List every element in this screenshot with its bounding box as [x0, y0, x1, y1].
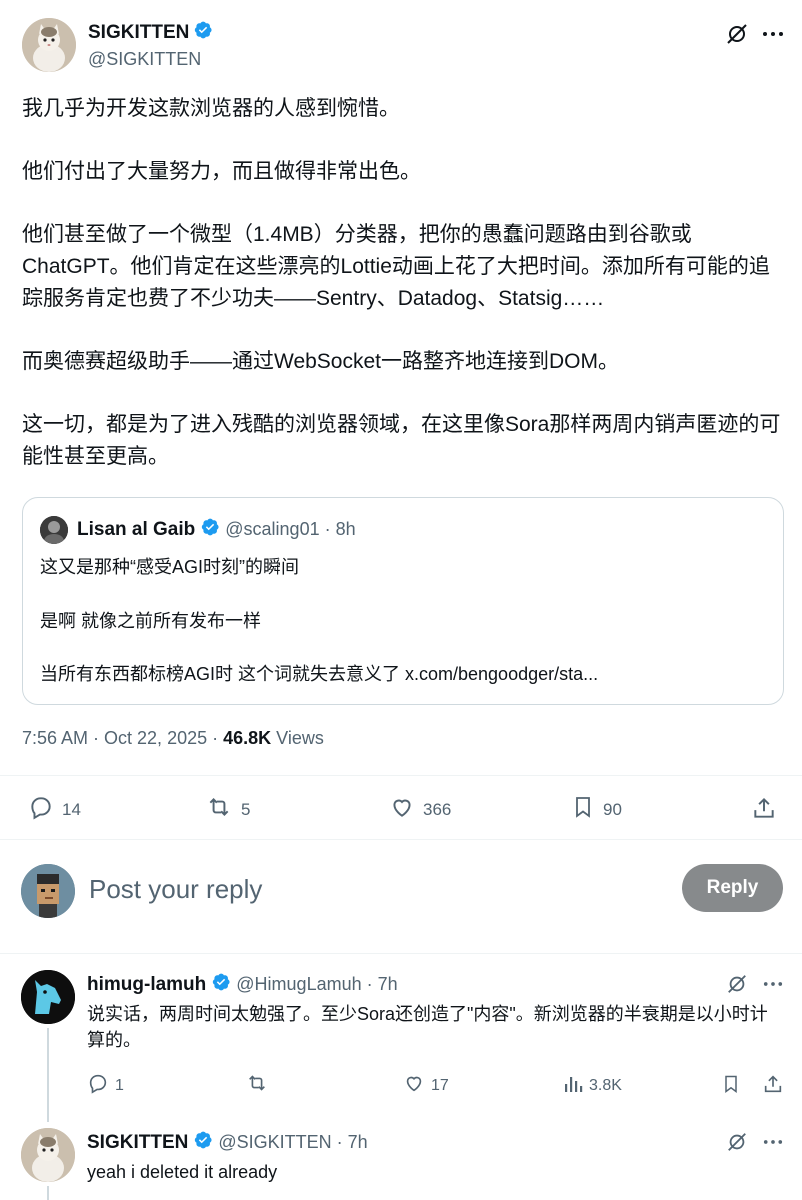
- reply-author-name[interactable]: SIGKITTEN: [87, 1132, 188, 1154]
- like-icon: [403, 1072, 425, 1099]
- bookmark-icon: [571, 794, 595, 825]
- reply-text: 说实话，两周时间太勉强了。至少Sora还创造了"内容"。新浏览器的半衰期是以小时…: [87, 1004, 768, 1050]
- verified-icon: [200, 517, 220, 542]
- share-icon[interactable]: [760, 1071, 786, 1097]
- repost-icon: [245, 1072, 269, 1099]
- bookmark-count: 90: [603, 799, 622, 819]
- more-icon[interactable]: [760, 1129, 786, 1155]
- quote-author-avatar: [40, 516, 68, 544]
- tweet-paragraph: 我几乎为开发这款浏览器的人感到惋惜。: [22, 97, 400, 120]
- more-icon[interactable]: [760, 21, 786, 47]
- reply-author-handle[interactable]: @HimugLamuh: [236, 974, 361, 995]
- tweet-timestamp[interactable]: 7:56 AM · Oct 22, 2025 ·: [22, 728, 223, 748]
- reply-text: yeah i deleted it already: [87, 1162, 278, 1182]
- reply-icon: [28, 794, 54, 825]
- author-avatar[interactable]: [22, 18, 76, 72]
- reply-author-handle[interactable]: @SIGKITTEN: [218, 1132, 331, 1153]
- like-count: 17: [431, 1076, 449, 1094]
- like-icon: [389, 794, 415, 825]
- like-action[interactable]: 17: [403, 1072, 449, 1099]
- reply-button[interactable]: Reply: [682, 864, 783, 912]
- reply-action[interactable]: 14: [28, 794, 81, 825]
- quote-line: 这又是那种“感受AGI时刻”的瞬间: [40, 557, 299, 577]
- bookmark-icon[interactable]: [719, 1072, 743, 1096]
- tweet-paragraph: 他们甚至做了一个微型（1.4MB）分类器，把你的愚蠢问题路由到谷歌或ChatGP…: [22, 223, 770, 310]
- tweet-paragraph: 他们付出了大量努力，而且做得非常出色。: [22, 160, 421, 183]
- repost-icon: [205, 794, 233, 825]
- quote-line: 当所有东西都标榜AGI时 这个词就失去意义了 x.com/bengoodger/…: [40, 664, 599, 684]
- reply-action[interactable]: 1: [87, 1072, 124, 1099]
- author-name[interactable]: SIGKITTEN: [88, 22, 189, 44]
- reply-time[interactable]: · 7h: [367, 974, 398, 995]
- repost-action[interactable]: [245, 1072, 269, 1099]
- bookmark-action[interactable]: 90: [571, 794, 622, 825]
- grok-icon[interactable]: [724, 1129, 750, 1155]
- views-count: 3.8K: [589, 1076, 622, 1094]
- reply-author-avatar[interactable]: [21, 1128, 75, 1182]
- like-count: 366: [423, 799, 452, 819]
- quote-time: · 8h: [324, 519, 356, 539]
- grok-icon[interactable]: [724, 971, 750, 997]
- thread-connector: [47, 1186, 49, 1200]
- views-count: 46.8K: [223, 728, 272, 748]
- reply-icon: [87, 1072, 109, 1099]
- quoted-tweet[interactable]: Lisan al Gaib @scaling01 · 8h 这又是那种“感受AG…: [22, 497, 784, 705]
- reply-input[interactable]: Post your reply: [89, 871, 649, 907]
- verified-icon: [193, 20, 213, 45]
- quote-author-handle: @scaling01: [225, 519, 320, 539]
- reply-time[interactable]: · 7h: [337, 1132, 368, 1153]
- reply-author-avatar[interactable]: [21, 970, 75, 1024]
- views-action[interactable]: 3.8K: [563, 1072, 622, 1099]
- tweet-paragraph: 这一切，都是为了进入残酷的浏览器领域，在这里像Sora那样两周内销声匿迹的可能性…: [22, 413, 781, 468]
- tweet-text: 我几乎为开发这款浏览器的人感到惋惜。 他们付出了大量努力，而且做得非常出色。 他…: [22, 93, 782, 473]
- share-icon[interactable]: [750, 794, 778, 822]
- repost-action[interactable]: 5: [205, 794, 250, 825]
- grok-icon[interactable]: [724, 21, 750, 47]
- quote-line: 是啊 就像之前所有发布一样: [40, 611, 261, 631]
- views-label: Views: [271, 728, 324, 748]
- quote-author-name: Lisan al Gaib: [77, 518, 196, 540]
- thread-connector: [47, 1028, 49, 1122]
- more-icon[interactable]: [760, 971, 786, 997]
- views-icon: [563, 1072, 583, 1099]
- current-user-avatar[interactable]: [21, 864, 75, 918]
- author-handle[interactable]: @SIGKITTEN: [88, 49, 201, 70]
- verified-icon: [193, 1130, 213, 1155]
- repost-count: 5: [241, 799, 251, 819]
- tweet-paragraph: 而奥德赛超级助手——通过WebSocket一路整齐地连接到DOM。: [22, 350, 619, 373]
- reply-count: 14: [62, 799, 81, 819]
- tweet-meta: 7:56 AM · Oct 22, 2025 · 46.8K Views: [22, 728, 324, 749]
- reply-count: 1: [115, 1076, 124, 1094]
- like-action[interactable]: 366: [389, 794, 451, 825]
- reply-author-name[interactable]: himug-lamuh: [87, 974, 206, 996]
- verified-icon: [211, 972, 231, 997]
